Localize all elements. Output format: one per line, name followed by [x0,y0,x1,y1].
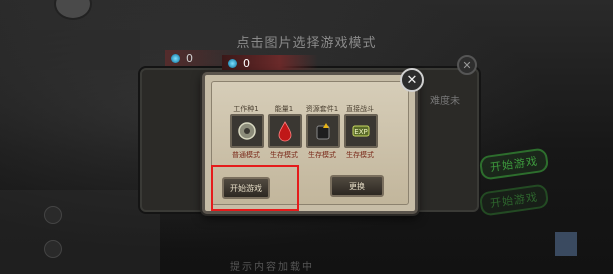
exp-icon: EXP [352,125,370,137]
item-slot-2[interactable] [268,114,302,148]
currency-front-value: 0 [243,56,250,70]
change-button[interactable]: 更换 [330,175,384,197]
age-rating-badge [555,232,577,256]
background-ground-art [0,190,160,274]
dialog-close-icon[interactable]: ✕ [400,68,424,92]
currency-back-value: 0 [186,51,193,65]
item-slot-1[interactable] [230,114,264,148]
svg-text:EXP: EXP [354,128,367,136]
background-side-label: 难度未 [430,96,460,107]
blood-drop-icon [278,121,292,142]
gear-stamp-icon [238,122,256,140]
backpack-icon [316,123,330,140]
left-control-icon-2[interactable] [44,240,62,258]
background-close-icon[interactable]: ✕ [457,55,477,75]
item-slot-4[interactable]: EXP [344,114,378,148]
currency-front: 0 [222,55,318,71]
item-label-4: 直接战斗 [346,105,374,113]
page-title: 点击图片选择游戏模式 [236,36,377,51]
item-slot-3[interactable] [306,114,340,148]
highlight-box [211,165,299,211]
crystal-icon [171,53,180,63]
left-control-icon-1[interactable] [44,206,62,224]
crystal-icon [228,58,237,68]
bottom-hint: 提示内容加载中 [230,262,314,273]
item-sub-4: 生存模式 [346,151,374,159]
